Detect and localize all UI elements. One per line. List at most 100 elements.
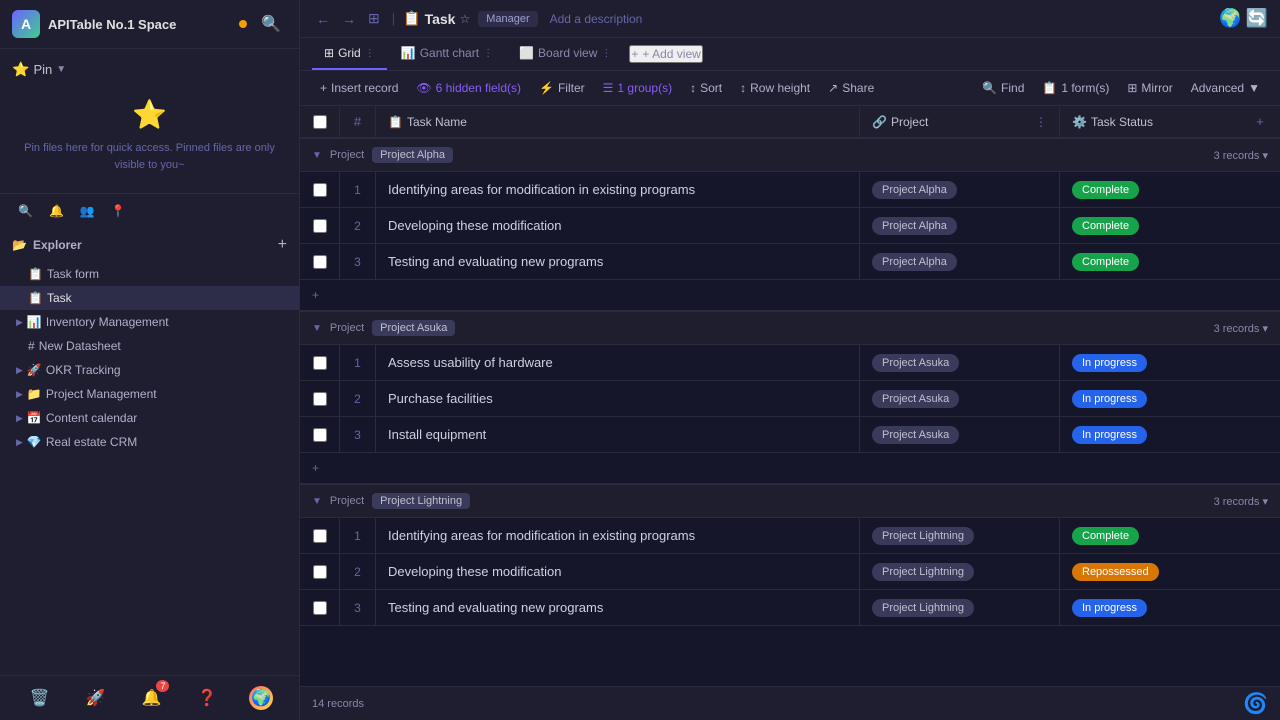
check-all-checkbox[interactable] xyxy=(313,115,327,129)
task-star-icon[interactable]: ☆ xyxy=(459,12,470,26)
table-row: 3 Install equipment Project Asuka In pro… xyxy=(300,417,1280,453)
row-2a-checkbox[interactable] xyxy=(313,219,327,233)
add-column-button[interactable]: + xyxy=(1240,114,1280,129)
table-row: 1 Identifying areas for modification in … xyxy=(300,172,1280,208)
sidebar-item-content-calendar[interactable]: ▶ 📅 Content calendar xyxy=(0,406,299,430)
status-column[interactable]: ⚙️ Task Status xyxy=(1060,107,1240,137)
row-1a-status: Complete xyxy=(1060,172,1240,207)
row-2a-num: 2 xyxy=(340,208,376,243)
user-profile-button[interactable]: 🌍 xyxy=(249,686,273,710)
row-2b-checkbox[interactable] xyxy=(313,392,327,406)
row-3b-status: In progress xyxy=(1060,417,1240,452)
group-asuka-chevron-icon[interactable]: ▼ xyxy=(312,323,322,334)
sidebar-item-task[interactable]: 📋 Task xyxy=(0,286,299,310)
sidebar-item-project-management[interactable]: ▶ 📁 Project Management xyxy=(0,382,299,406)
group-project-asuka: ▼ Project Project Asuka 3 records ▾ 1 As… xyxy=(300,311,1280,484)
row-3b-check[interactable] xyxy=(300,417,340,452)
row-1c-check[interactable] xyxy=(300,518,340,553)
group-lightning-tag: Project Lightning xyxy=(372,493,470,509)
share-button[interactable]: ↗ Share xyxy=(820,77,882,99)
row-3a-checkbox[interactable] xyxy=(313,255,327,269)
tab-grid[interactable]: ⊞ Grid ⋮ xyxy=(312,38,387,70)
sidebar-item-location[interactable]: 📍 xyxy=(105,200,132,222)
grid-options-icon[interactable]: ⋮ xyxy=(365,48,375,59)
row-3c-check[interactable] xyxy=(300,590,340,625)
row-1c-checkbox[interactable] xyxy=(313,529,327,543)
notification-bell-button[interactable]: 🔔7 xyxy=(137,684,165,712)
row-1a-checkbox[interactable] xyxy=(313,183,327,197)
forward-button[interactable]: → xyxy=(338,9,360,29)
group-lightning-chevron-icon[interactable]: ▼ xyxy=(312,496,322,507)
sidebar-item-notifications[interactable]: 🔔 xyxy=(43,200,70,222)
filter-button[interactable]: ⚡ Filter xyxy=(531,77,593,99)
sidebar-bottom-bar: 🗑️ 🚀 🔔7 ❓ 🌍 xyxy=(0,676,299,720)
group-project-lightning: ▼ Project Project Lightning 3 records ▾ … xyxy=(300,484,1280,626)
row-3b-checkbox[interactable] xyxy=(313,428,327,442)
real-estate-icon: 💎 xyxy=(27,435,42,449)
sort-icon: ↕ xyxy=(690,81,696,95)
rocket-button[interactable]: 🚀 xyxy=(82,684,110,712)
group-lightning-records-count[interactable]: 3 records ▾ xyxy=(1214,495,1268,508)
add-description-link[interactable]: Add a description xyxy=(550,12,643,26)
collapse-sidebar-button[interactable]: ⊞ xyxy=(364,6,384,31)
avatar: A xyxy=(12,10,40,38)
sort-button[interactable]: ↕ Sort xyxy=(682,77,730,99)
advanced-button[interactable]: Advanced ▼ xyxy=(1183,77,1268,99)
group-alpha-chevron-icon[interactable]: ▼ xyxy=(312,150,322,161)
globe-icon: 🌍 xyxy=(1219,8,1241,29)
table-wrapper[interactable]: # 📋 Task Name 🔗 Project ⋮ ⚙️ Task Status… xyxy=(300,106,1280,686)
pin-chevron-icon[interactable]: ▼ xyxy=(56,64,66,75)
add-row-alpha-button[interactable]: + xyxy=(300,280,1280,311)
task-name-column[interactable]: 📋 Task Name xyxy=(376,107,860,137)
sidebar-item-inventory-management[interactable]: ▶ 📊 Inventory Management xyxy=(0,310,299,334)
hidden-fields-button[interactable]: 👁 6 hidden field(s) xyxy=(408,77,529,99)
row-1a-check[interactable] xyxy=(300,172,340,207)
board-options-icon[interactable]: ⋮ xyxy=(601,48,611,59)
help-button[interactable]: ❓ xyxy=(193,684,221,712)
tab-board[interactable]: ⬜ Board view ⋮ xyxy=(507,38,623,70)
row-1b-check[interactable] xyxy=(300,345,340,380)
row-1b-checkbox[interactable] xyxy=(313,356,327,370)
row-height-button[interactable]: ↕ Row height xyxy=(732,77,818,99)
sidebar-item-okr-tracking[interactable]: ▶ 🚀 OKR Tracking xyxy=(0,358,299,382)
gantt-options-icon[interactable]: ⋮ xyxy=(483,48,493,59)
group-button[interactable]: ☰ 1 group(s) xyxy=(595,77,680,99)
sidebar-item-members[interactable]: 👥 xyxy=(74,200,101,222)
project-col-options-icon[interactable]: ⋮ xyxy=(1035,115,1047,129)
search-button[interactable]: 🔍 xyxy=(255,12,287,36)
row-2a-check[interactable] xyxy=(300,208,340,243)
mirror-button[interactable]: ⊞ Mirror xyxy=(1119,77,1180,99)
form-button[interactable]: 📋 1 form(s) xyxy=(1034,77,1117,99)
pin-empty-text: Pin files here for quick access. Pinned … xyxy=(24,142,275,171)
row-1b-name: Assess usability of hardware xyxy=(376,345,860,380)
sidebar-item-real-estate-crm[interactable]: ▶ 💎 Real estate CRM xyxy=(0,430,299,454)
row-3a-project-tag: Project Alpha xyxy=(872,253,957,271)
space-name: APITable No.1 Space xyxy=(48,17,231,32)
tab-gantt[interactable]: 📊 Gantt chart ⋮ xyxy=(389,38,505,70)
back-button[interactable]: ← xyxy=(312,9,334,29)
row-2c-checkbox[interactable] xyxy=(313,565,327,579)
explorer-add-button[interactable]: + xyxy=(278,236,287,254)
sidebar-item-new-datasheet[interactable]: # New Datasheet xyxy=(0,334,299,358)
row-2c-check[interactable] xyxy=(300,554,340,589)
insert-record-button[interactable]: + Insert record xyxy=(312,77,406,99)
add-view-button[interactable]: + + Add view xyxy=(629,45,702,63)
explorer-header[interactable]: 📂 Explorer + xyxy=(0,228,299,262)
advanced-label: Advanced xyxy=(1191,81,1244,95)
find-button[interactable]: 🔍 Find xyxy=(974,77,1032,99)
row-2a-project: Project Alpha xyxy=(860,208,1060,243)
add-row-asuka-button[interactable]: + xyxy=(300,453,1280,484)
hidden-fields-icon: 👁 xyxy=(416,81,431,95)
sidebar-item-task-form[interactable]: 📋 Task form xyxy=(0,262,299,286)
row-3a-check[interactable] xyxy=(300,244,340,279)
check-all-column[interactable] xyxy=(300,107,340,137)
sidebar-item-search[interactable]: 🔍 xyxy=(12,200,39,222)
board-label: Board view xyxy=(538,46,597,60)
content-cal-icon: 📅 xyxy=(27,411,42,425)
project-column[interactable]: 🔗 Project ⋮ xyxy=(860,107,1060,137)
row-3c-checkbox[interactable] xyxy=(313,601,327,615)
group-asuka-records-count[interactable]: 3 records ▾ xyxy=(1214,322,1268,335)
row-2b-check[interactable] xyxy=(300,381,340,416)
group-alpha-records-count[interactable]: 3 records ▾ xyxy=(1214,149,1268,162)
trash-button[interactable]: 🗑️ xyxy=(26,684,54,712)
